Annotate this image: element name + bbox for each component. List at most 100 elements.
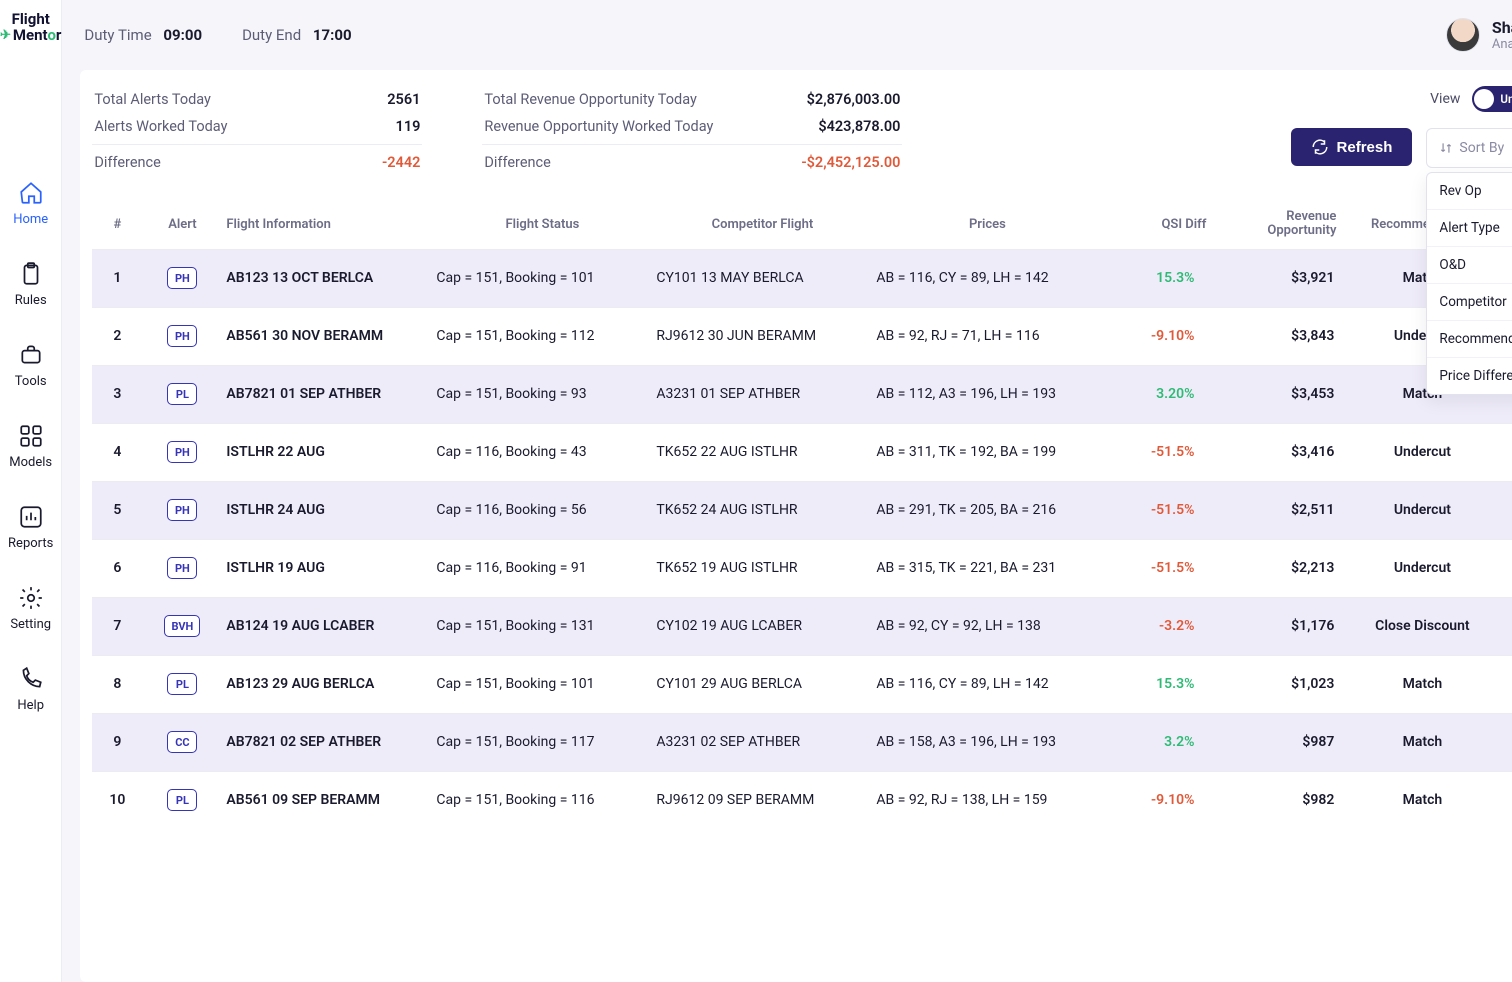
sidebar-item-models[interactable]: Models (8, 423, 53, 470)
cell-rev: $2,511 (1212, 502, 1342, 518)
briefcase-icon (18, 342, 44, 368)
sidebar-item-setting[interactable]: Setting (8, 585, 53, 632)
sort-icon (1439, 141, 1453, 155)
sidebar-item-label: Rules (15, 293, 47, 308)
cell-status: Cap = 151, Booking = 101 (432, 676, 652, 692)
sidebar-item-tools[interactable]: Tools (8, 342, 53, 389)
gear-icon (18, 585, 44, 611)
cell-rev: $2,213 (1212, 560, 1342, 576)
cell-num: 4 (92, 444, 142, 460)
cell-actions: ••• (1502, 787, 1512, 813)
alert-badge: PH (167, 499, 197, 521)
cell-rev: $3,921 (1212, 270, 1342, 286)
cell-actions: ••• (1502, 671, 1512, 697)
col-qsi: QSI Diff (1102, 217, 1212, 232)
duty-block: Duty Time 09:00 Duty End 17:00 (84, 26, 351, 44)
cell-alert: PH (142, 557, 222, 579)
logo-mentor-r: r (56, 26, 62, 44)
sidebar-item-label: Models (9, 455, 52, 470)
sort-option-alert-type[interactable]: Alert Type (1427, 210, 1512, 247)
sort-menu: Rev Op Alert Type O&D Competitor Recomme… (1426, 172, 1512, 395)
sidebar-item-home[interactable]: Home (8, 180, 53, 227)
cell-alert: BVH (142, 615, 222, 637)
sort-option-rev-op[interactable]: Rev Op (1427, 173, 1512, 210)
cell-prices: AB = 158, A3 = 196, LH = 193 (872, 734, 1102, 750)
duty-time-label: Duty Time (84, 26, 151, 44)
user-block[interactable]: Shane Batt Analyst (1446, 18, 1512, 52)
sort-option-recommendation[interactable]: Recommendation (1427, 321, 1512, 358)
cell-alert: PL (142, 673, 222, 695)
main: Duty Time 09:00 Duty End 17:00 Shane Bat… (62, 0, 1512, 982)
cell-flight-info: AB123 29 AUG BERLCA (222, 676, 432, 692)
table-row[interactable]: 1PHAB123 13 OCT BERLCACap = 151, Booking… (92, 249, 1512, 307)
panel-controls: View Un-Worked Refresh (1291, 86, 1512, 168)
kpi-value: 119 (396, 118, 421, 135)
plane-icon: ✈ (0, 29, 11, 43)
cell-flight-info: AB124 19 AUG LCABER (222, 618, 432, 634)
cell-competitor: CY102 19 AUG LCABER (652, 618, 872, 634)
cell-flight-info: ISTLHR 22 AUG (222, 444, 432, 460)
cell-alert: PL (142, 789, 222, 811)
table-row[interactable]: 9CCAB7821 02 SEP ATHBERCap = 151, Bookin… (92, 713, 1512, 771)
table-row[interactable]: 10PLAB561 09 SEP BERAMMCap = 151, Bookin… (92, 771, 1512, 829)
cell-alert: PL (142, 383, 222, 405)
table-row[interactable]: 2PHAB561 30 NOV BERAMMCap = 151, Booking… (92, 307, 1512, 365)
cell-status: Cap = 151, Booking = 101 (432, 270, 652, 286)
sort-button[interactable]: Sort By ⌄ (1426, 128, 1512, 168)
cell-qsi: -51.5% (1102, 444, 1212, 460)
topbar: Duty Time 09:00 Duty End 17:00 Shane Bat… (80, 0, 1512, 70)
sidebar-item-label: Reports (8, 536, 53, 551)
sort-option-ond[interactable]: O&D (1427, 247, 1512, 284)
cell-competitor: A3231 01 SEP ATHBER (652, 386, 872, 402)
cell-num: 8 (92, 676, 142, 692)
table-row[interactable]: 8PLAB123 29 AUG BERLCACap = 151, Booking… (92, 655, 1512, 713)
cell-status: Cap = 151, Booking = 116 (432, 792, 652, 808)
kpi-revenue: Total Revenue Opportunity Today$2,876,00… (482, 86, 902, 176)
table-row[interactable]: 5PHISTLHR 24 AUGCap = 116, Booking = 56T… (92, 481, 1512, 539)
sidebar-item-help[interactable]: Help (8, 666, 53, 713)
cell-rev: $1,023 (1212, 676, 1342, 692)
logo-mentor-o: o (47, 26, 55, 44)
cell-num: 5 (92, 502, 142, 518)
refresh-button[interactable]: Refresh (1291, 128, 1413, 166)
table-row[interactable]: 4PHISTLHR 22 AUGCap = 116, Booking = 43T… (92, 423, 1512, 481)
cell-num: 1 (92, 270, 142, 286)
phone-icon (18, 666, 44, 692)
sort-option-price-diff[interactable]: Price Difference (1427, 358, 1512, 394)
cell-status: Cap = 151, Booking = 93 (432, 386, 652, 402)
sidebar-item-rules[interactable]: Rules (8, 261, 53, 308)
cell-alert: PH (142, 325, 222, 347)
cell-prices: AB = 92, RJ = 71, LH = 116 (872, 328, 1102, 344)
sort-option-competitor[interactable]: Competitor (1427, 284, 1512, 321)
cell-rec: Close Discount (1342, 618, 1502, 634)
cell-qsi: -51.5% (1102, 502, 1212, 518)
sidebar-item-label: Setting (10, 617, 51, 632)
cell-actions: ••• (1502, 497, 1512, 523)
cell-flight-info: AB7821 01 SEP ATHBER (222, 386, 432, 402)
col-status: Flight Status (432, 217, 652, 232)
cell-prices: AB = 116, CY = 89, LH = 142 (872, 676, 1102, 692)
col-flight-info: Flight Information (222, 217, 432, 232)
cell-qsi: 15.3% (1102, 270, 1212, 286)
cell-competitor: TK652 22 AUG ISTLHR (652, 444, 872, 460)
cell-alert: PH (142, 499, 222, 521)
user-name: Shane Batt (1492, 18, 1512, 37)
kpi-value: 2561 (387, 91, 420, 108)
table-row[interactable]: 7BVHAB124 19 AUG LCABERCap = 151, Bookin… (92, 597, 1512, 655)
table-header: # Alert Flight Information Flight Status… (92, 200, 1512, 249)
cell-alert: PH (142, 267, 222, 289)
clipboard-icon (18, 261, 44, 287)
cell-rev: $982 (1212, 792, 1342, 808)
table-row[interactable]: 3PLAB7821 01 SEP ATHBERCap = 151, Bookin… (92, 365, 1512, 423)
cell-prices: AB = 116, CY = 89, LH = 142 (872, 270, 1102, 286)
cell-prices: AB = 92, CY = 92, LH = 138 (872, 618, 1102, 634)
table-row[interactable]: 6PHISTLHR 19 AUGCap = 116, Booking = 91T… (92, 539, 1512, 597)
cell-rec: Undercut (1342, 502, 1502, 518)
alert-badge: BVH (164, 615, 200, 637)
avatar (1446, 18, 1480, 52)
view-toggle[interactable]: Un-Worked (1472, 86, 1512, 112)
kpi-label: Difference (484, 154, 550, 171)
sidebar-item-reports[interactable]: Reports (8, 504, 53, 551)
cell-competitor: TK652 19 AUG ISTLHR (652, 560, 872, 576)
cell-rec: Undercut (1342, 560, 1502, 576)
